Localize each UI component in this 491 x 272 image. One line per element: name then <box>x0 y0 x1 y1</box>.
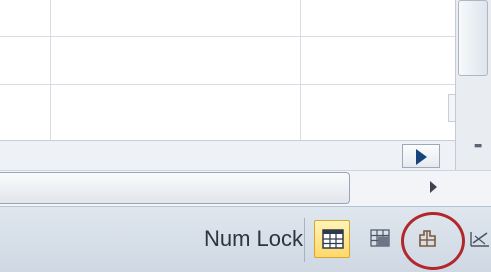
grid-column-line <box>300 0 301 140</box>
horizontal-scroll-thumb[interactable] <box>0 172 350 204</box>
zoom-icon <box>470 232 489 247</box>
vertical-scroll-thumb[interactable] <box>458 0 488 76</box>
scroll-right-icon[interactable] <box>430 181 437 193</box>
triangle-right-icon <box>416 149 427 165</box>
num-lock-indicator: Num Lock <box>203 226 303 251</box>
sheet-tab-bar <box>0 140 455 170</box>
normal-view-button[interactable] <box>314 220 350 258</box>
page-layout-icon <box>370 229 390 247</box>
grid-row-line <box>0 84 455 85</box>
scroll-down-icon[interactable]: ▬ <box>470 140 486 152</box>
zoom-button[interactable] <box>462 220 491 258</box>
sheet-nav-next-button[interactable] <box>402 144 440 168</box>
normal-view-icon <box>322 229 344 249</box>
grid-row-line <box>0 36 455 37</box>
status-separator <box>304 218 305 262</box>
page-layout-button[interactable] <box>362 220 398 258</box>
highlight-circle <box>401 212 465 270</box>
worksheet-grid[interactable] <box>0 0 491 140</box>
grid-column-line <box>50 0 51 140</box>
